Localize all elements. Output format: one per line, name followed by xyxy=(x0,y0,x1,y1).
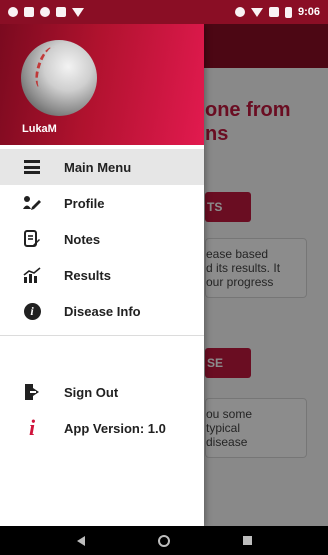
battery-icon xyxy=(284,6,292,18)
menu-item-notes[interactable]: Notes xyxy=(0,221,204,257)
home-icon[interactable] xyxy=(157,534,170,547)
menu-item-app-version[interactable]: i App Version: 1.0 xyxy=(0,410,204,446)
chart-icon xyxy=(22,265,42,285)
status-bar: 9:06 xyxy=(0,0,328,24)
menu-item-label: App Version: 1.0 xyxy=(64,420,166,436)
info-icon: i xyxy=(22,301,42,321)
record-icon xyxy=(40,7,50,17)
menu-item-label: Results xyxy=(64,267,111,283)
status-right-icons: 9:06 xyxy=(234,6,320,18)
menu-item-label: Disease Info xyxy=(64,303,141,319)
menu-item-label: Main Menu xyxy=(64,159,132,175)
menu-item-label: Profile xyxy=(64,195,105,211)
menu-item-disease-info[interactable]: i Disease Info xyxy=(0,293,204,329)
menu-item-main-menu[interactable]: Main Menu xyxy=(0,149,204,185)
play-store-icon xyxy=(72,7,84,17)
menu-item-label: Notes xyxy=(64,231,101,247)
settings-icon xyxy=(8,7,18,17)
username: LukaM xyxy=(22,123,57,135)
drawer-secondary-menu: Sign Out i App Version: 1.0 xyxy=(0,374,204,446)
menu-item-results[interactable]: Results xyxy=(0,257,204,293)
menu-item-sign-out[interactable]: Sign Out xyxy=(0,374,204,410)
avatar[interactable] xyxy=(21,40,97,116)
sd-card-icon xyxy=(56,7,66,17)
back-icon[interactable] xyxy=(76,535,85,546)
status-time: 9:06 xyxy=(297,6,320,18)
list-icon xyxy=(22,157,42,177)
edit-profile-icon xyxy=(22,193,42,213)
drawer-header: LukaM xyxy=(0,24,204,145)
recent-apps-icon[interactable] xyxy=(242,536,252,545)
sign-out-icon xyxy=(22,382,42,402)
dnd-icon xyxy=(234,7,245,17)
notes-icon xyxy=(22,229,42,249)
menu-item-profile[interactable]: Profile xyxy=(0,185,204,221)
status-left-icons xyxy=(8,7,84,17)
signal-icon xyxy=(268,7,279,17)
drawer-menu: Main Menu Profile Notes Results i Diseas… xyxy=(0,145,204,329)
system-navigation-bar xyxy=(0,526,328,555)
mail-icon xyxy=(24,7,34,17)
navigation-drawer: LukaM Main Menu Profile Notes Results i … xyxy=(0,24,204,526)
wifi-icon xyxy=(250,7,263,17)
app-version-icon: i xyxy=(28,415,36,440)
menu-item-label: Sign Out xyxy=(64,384,119,400)
